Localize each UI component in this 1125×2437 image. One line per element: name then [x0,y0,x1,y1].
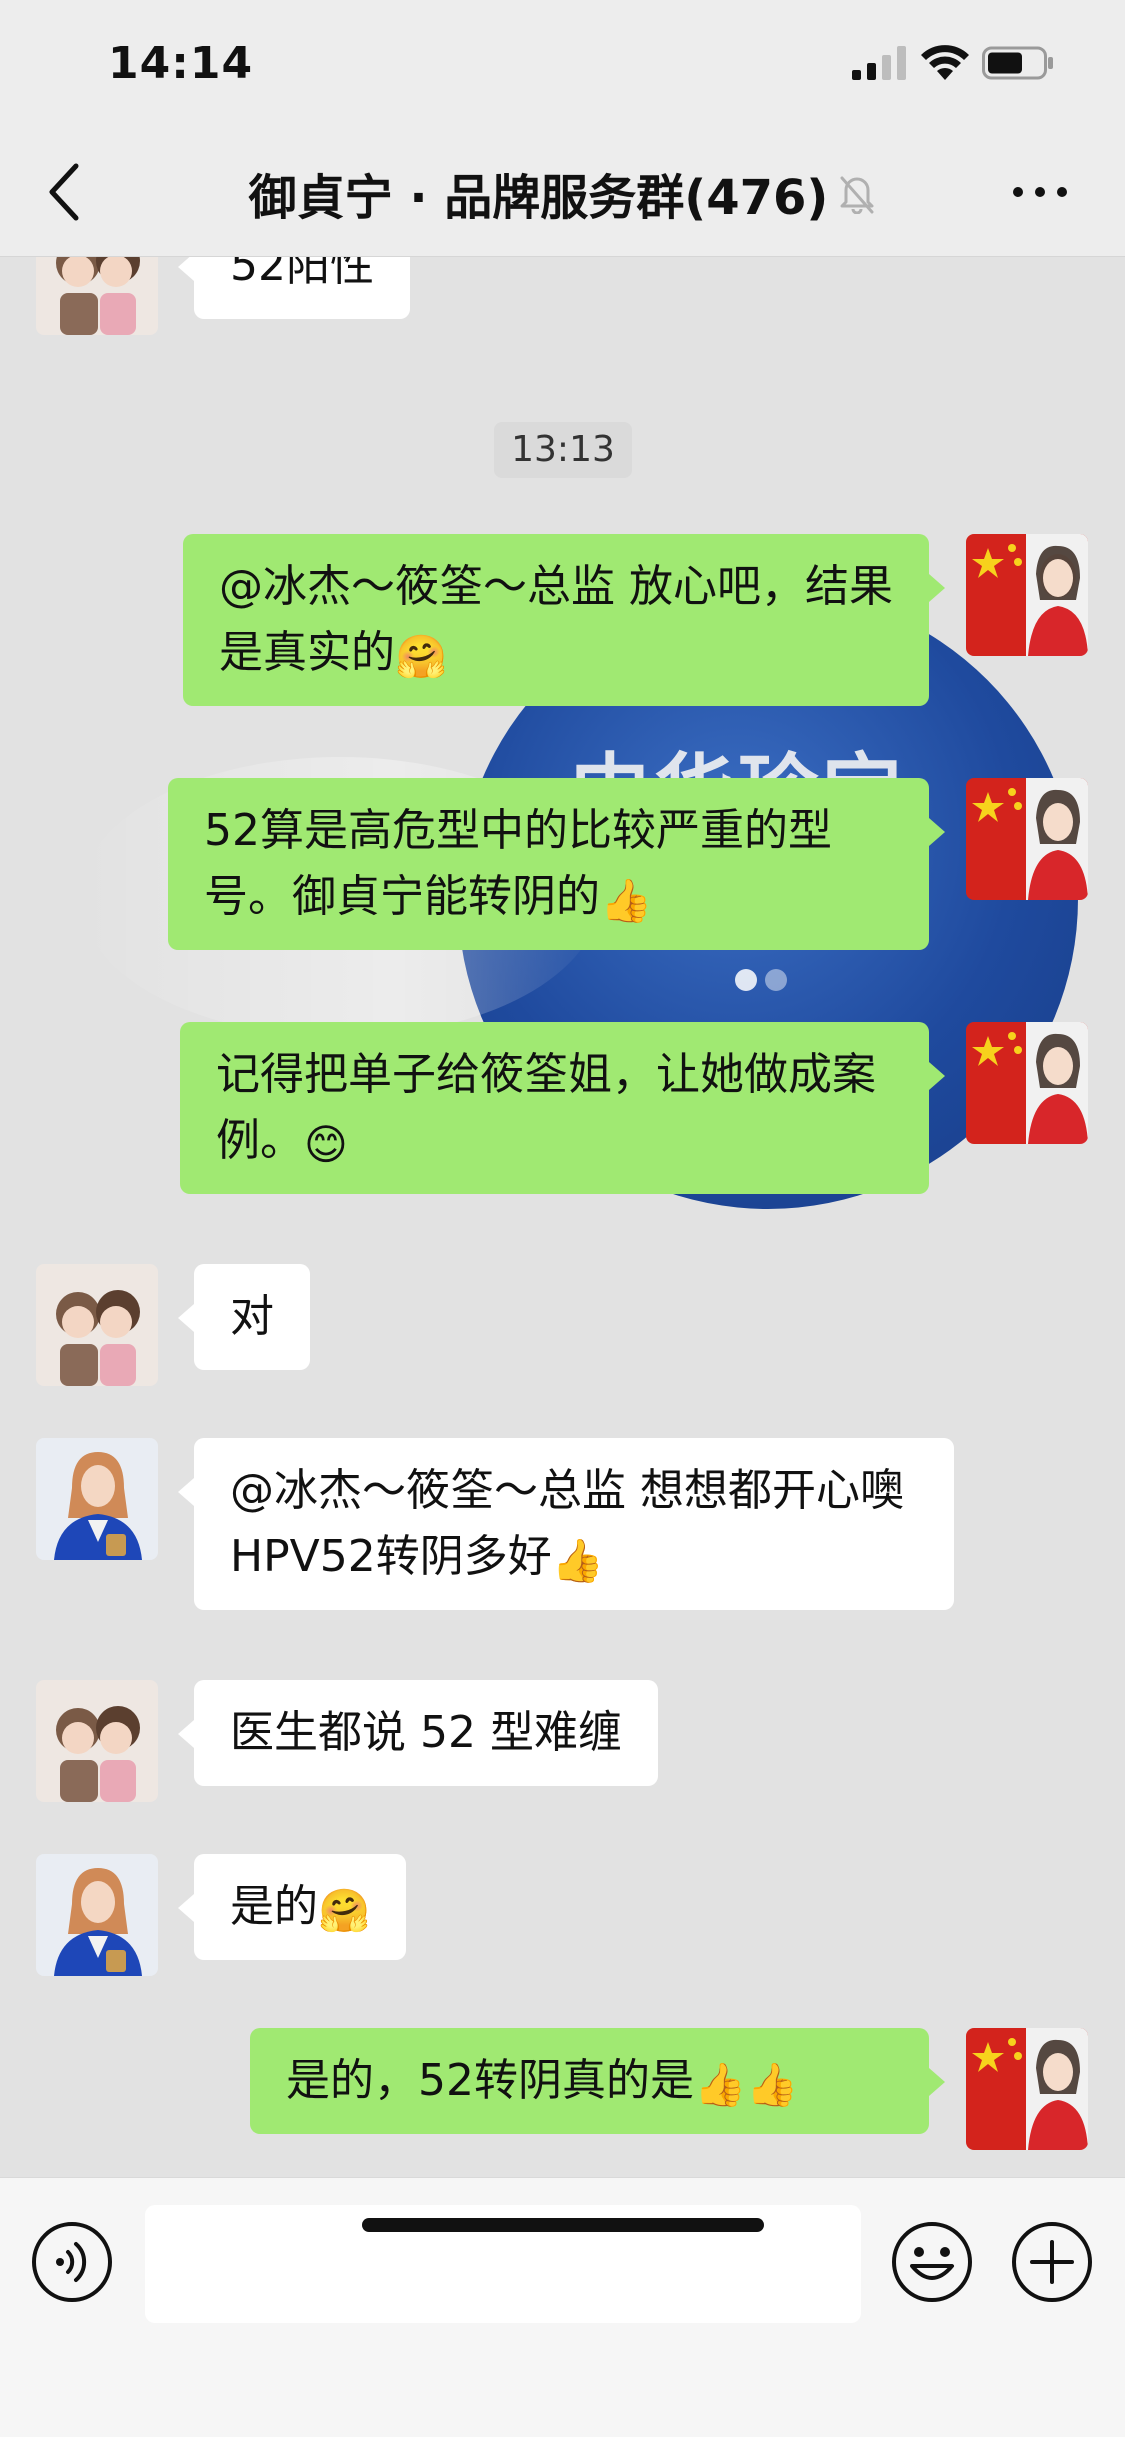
smile-emoji-icon: 😊 [304,1120,348,1169]
avatar[interactable] [36,257,158,335]
avatar[interactable] [36,1264,158,1386]
thumbs-up-emoji-icon: 👍 [600,876,653,925]
message-bubble[interactable]: 记得把单子给筱筌姐，让她做成案例。😊 [180,1022,945,1194]
avatar[interactable] [966,778,1088,900]
wifi-icon [921,45,969,80]
status-time: 14:14 [108,38,254,89]
cellular-signal-icon [852,46,906,80]
message-list[interactable]: 中华珍宝 52阳性 13:13 @冰杰～筱筌～总监 放心吧，结果是真实的🤗 [0,257,1125,2177]
input-bar [0,2177,1125,2437]
message-bubble[interactable]: 是的🤗 [177,1854,407,1960]
blue-suit-woman-avatar-image [36,1854,158,1976]
chat-title: 御貞宁 · 品牌服务群(476) [0,158,1125,228]
avatar[interactable] [966,534,1088,656]
emoji-icon[interactable] [890,2220,974,2304]
message-text: 是的 [230,1881,318,1932]
voice-icon[interactable] [30,2220,114,2304]
message-bubble[interactable]: 52阳性 [178,257,410,319]
chat-header: 御貞宁 · 品牌服务群(476) [0,132,1125,257]
message-text: @冰杰～筱筌～总监 放心吧，结果是真实的 [219,561,893,678]
flag-woman-avatar-image [966,2028,1088,2150]
message-bubble[interactable]: 52算是高危型中的比较严重的型号。御貞宁能转阴的👍 [168,778,945,950]
cartoon-couple-avatar-image [36,1264,158,1386]
message-text: 对 [230,1291,274,1342]
message-bubble[interactable]: 医生都说 52 型难缠 [178,1680,658,1786]
message-bubble[interactable]: 是的，52转阴真的是👍👍 [250,2028,945,2134]
hug-emoji-icon: 🤗 [395,632,448,681]
flag-woman-avatar-image [966,778,1088,900]
cartoon-couple-avatar-image [36,1680,158,1802]
flag-woman-avatar-image [966,1022,1088,1144]
battery-icon [982,46,1053,80]
avatar[interactable] [966,1022,1088,1144]
avatar[interactable] [966,2028,1088,2150]
message-bubble[interactable]: 对 [178,1264,310,1370]
message-text: 是的，52转阴真的是 [286,2055,694,2106]
thumbs-up-emoji-icon: 👍👍 [694,2060,799,2109]
flag-woman-avatar-image [966,534,1088,656]
more-icon[interactable] [1010,182,1070,202]
message-text: 医生都说 52 型难缠 [230,1707,622,1758]
avatar[interactable] [36,1680,158,1802]
hug-emoji-icon: 🤗 [318,1886,371,1935]
chat-title-text: 御貞宁 · 品牌服务群(476) [248,170,829,226]
blue-suit-woman-avatar-image [36,1438,158,1560]
status-bar: 14:14 [0,0,1125,132]
message-text: 52算是高危型中的比较严重的型号。御貞宁能转阴的 [204,805,832,922]
mute-bell-icon [840,176,874,214]
background-pager-dots [735,969,795,995]
plus-icon[interactable] [1010,2220,1094,2304]
avatar[interactable] [36,1854,158,1976]
message-bubble[interactable]: @冰杰～筱筌～总监 放心吧，结果是真实的🤗 [183,534,945,706]
thumbs-up-emoji-icon: 👍 [551,1536,605,1585]
message-bubble[interactable]: @冰杰～筱筌～总监 想想都开心噢 HPV52转阴多好👍 [178,1438,954,1610]
cartoon-couple-avatar-image [36,257,158,335]
home-indicator [362,2218,764,2232]
message-text: 52阳性 [230,257,374,291]
avatar[interactable] [36,1438,158,1560]
timestamp: 13:13 [494,422,632,478]
